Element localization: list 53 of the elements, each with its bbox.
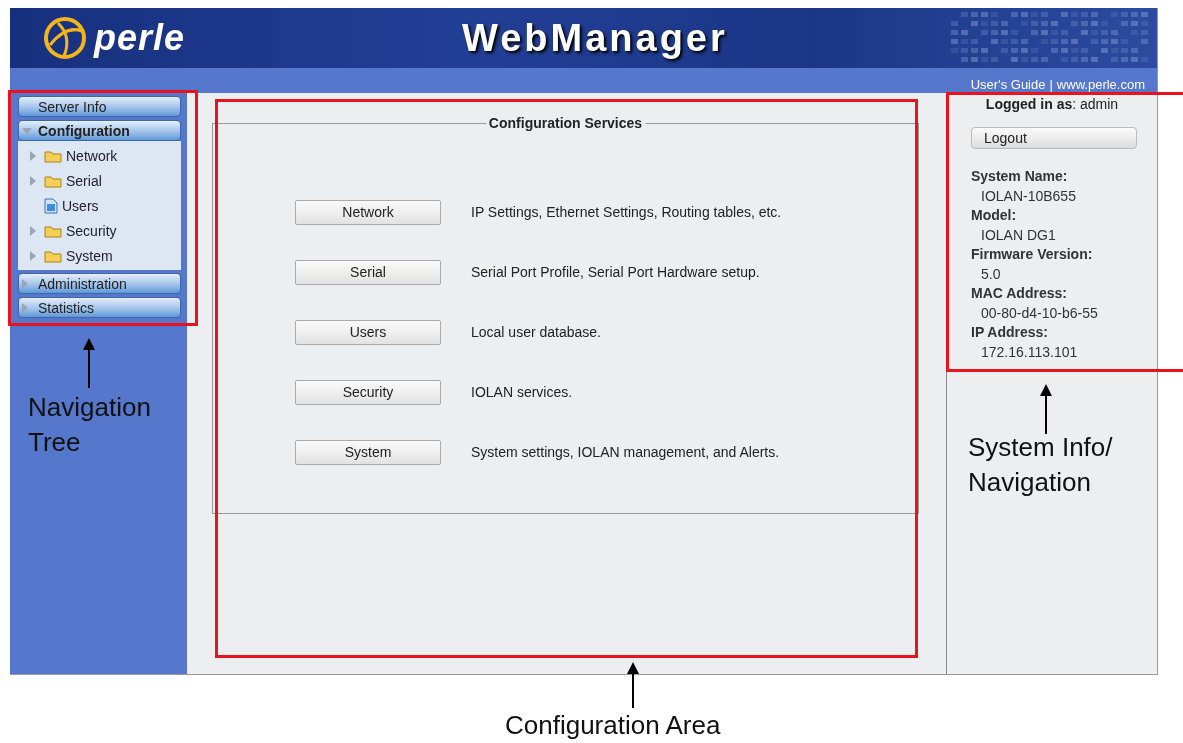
info-value: IOLAN-10B655 xyxy=(980,186,1077,206)
info-value: 00-80-d4-10-b6-55 xyxy=(980,303,1099,323)
up-arrow xyxy=(81,338,97,388)
info-label: MAC Address: xyxy=(971,284,1068,303)
group-title: Configuration Services xyxy=(485,115,646,131)
service-button[interactable]: Security xyxy=(295,379,441,405)
annotation-label: Configuration Area xyxy=(505,709,722,742)
service-description: IP Settings, Ethernet Settings, Routing tables, etc. xyxy=(471,204,782,220)
service-button[interactable]: Users xyxy=(295,319,441,345)
nav-section-tab[interactable]: Server Info xyxy=(18,96,181,117)
service-button[interactable]: Serial xyxy=(295,259,441,285)
nav-section-tab[interactable]: Configuration xyxy=(18,120,181,141)
info-value: IOLAN DG1 xyxy=(980,225,1057,245)
logout-button[interactable]: Logout xyxy=(971,127,1137,149)
logged-in-text: Logged in as: admin xyxy=(984,96,1120,112)
document-icon xyxy=(44,197,58,214)
globe-logo-icon xyxy=(42,15,88,61)
service-description: System settings, IOLAN management, and Alerts. xyxy=(471,444,780,460)
annotation-label: Navigation Tree xyxy=(28,391,152,459)
expand-triangle-icon[interactable] xyxy=(30,150,36,161)
service-button[interactable]: Network xyxy=(295,199,441,225)
info-label: Model: xyxy=(971,206,1018,225)
app-title: WebManager xyxy=(462,16,728,60)
service-description: IOLAN services. xyxy=(471,384,573,400)
tree-item[interactable]: System xyxy=(66,247,113,264)
service-button[interactable]: System xyxy=(295,439,441,465)
logo-wordmark: perle xyxy=(94,17,186,59)
info-label: Firmware Version: xyxy=(971,245,1094,264)
annotation-label: System Info/ Navigation xyxy=(968,431,1114,499)
website-link[interactable]: www.perle.com xyxy=(1056,77,1145,93)
expand-triangle-icon[interactable] xyxy=(30,250,36,261)
info-value: 5.0 xyxy=(980,264,1002,284)
info-label: System Name: xyxy=(971,167,1069,186)
info-label: IP Address: xyxy=(971,323,1050,342)
nav-section-tab[interactable]: Statistics xyxy=(18,297,181,318)
folder-icon xyxy=(44,223,62,238)
up-arrow xyxy=(1038,384,1054,434)
service-description: Serial Port Profile, Serial Port Hardware setup. xyxy=(471,264,760,280)
expand-triangle-icon[interactable] xyxy=(30,225,36,236)
tree-item[interactable]: Security xyxy=(66,222,117,239)
up-arrow xyxy=(625,662,641,708)
folder-icon xyxy=(44,148,62,163)
nav-section-tab[interactable]: Administration xyxy=(18,273,181,294)
service-description: Local user database. xyxy=(471,324,601,340)
tree-item[interactable]: Serial xyxy=(66,172,102,189)
expand-triangle-icon[interactable] xyxy=(30,175,36,186)
info-value: 172.16.113.101 xyxy=(980,342,1079,362)
folder-icon xyxy=(44,248,62,263)
tree-item[interactable]: Users xyxy=(62,197,99,214)
tree-item[interactable]: Network xyxy=(66,147,118,164)
users-guide-link[interactable]: User's Guide xyxy=(970,77,1046,93)
link-separator: | xyxy=(1049,77,1053,93)
folder-icon xyxy=(44,173,62,188)
